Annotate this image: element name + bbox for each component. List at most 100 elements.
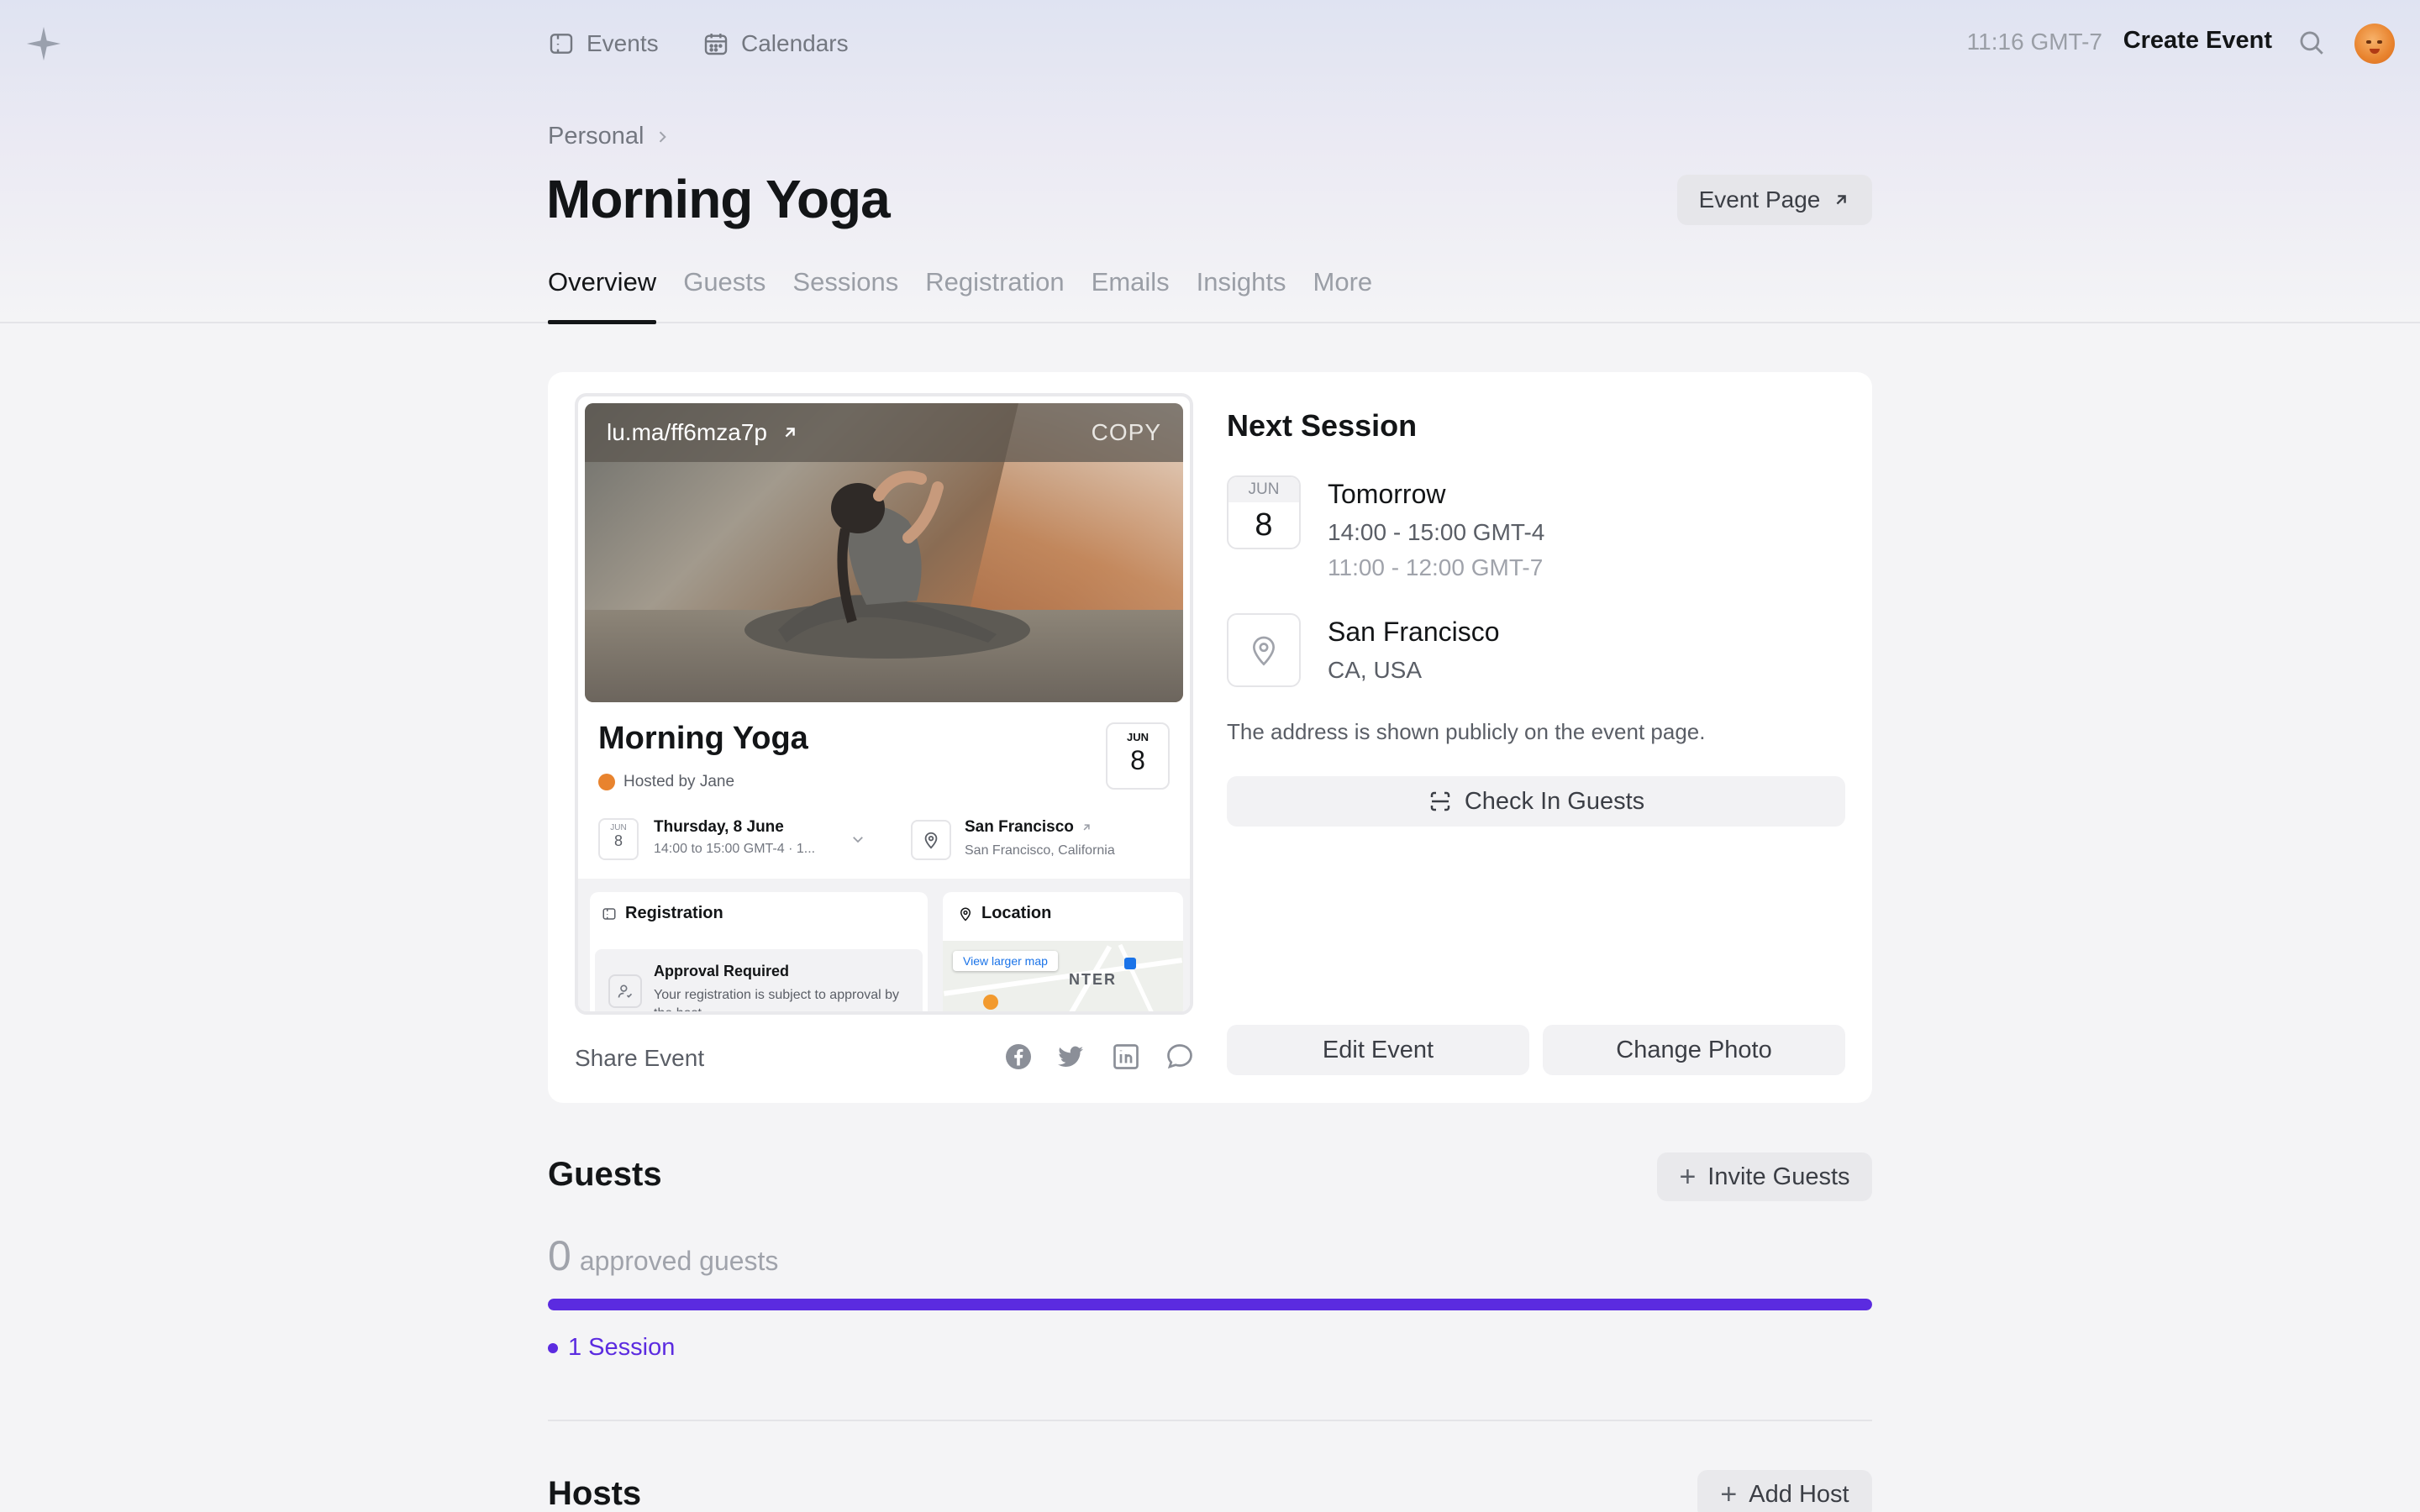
preview-location-text: San Francisco (965, 818, 1074, 836)
change-photo-button[interactable]: Change Photo (1543, 1025, 1845, 1075)
search-icon[interactable] (2297, 29, 2326, 57)
sessions-legend[interactable]: 1 Session (548, 1334, 675, 1362)
check-in-guests-label: Check In Guests (1464, 787, 1645, 815)
preview-registration-head-text: Registration (625, 904, 723, 922)
map-pin-icon (960, 907, 971, 921)
preview-location-sub: San Francisco, California (965, 843, 1115, 858)
message-icon[interactable] (1165, 1042, 1195, 1072)
next-session-heading: Next Session (1227, 408, 1418, 443)
current-time: 11:16 GMT-7 (1966, 29, 2102, 55)
preview-date-sub: 14:00 to 15:00 GMT-4 · 1... (654, 842, 816, 856)
tab-bar: Overview Guests Sessions Registration Em… (548, 267, 1372, 324)
preview-registration-card: Registration Approval Required Your regi… (590, 892, 928, 1015)
arrow-up-right-icon (1836, 195, 1847, 205)
next-session-month: JUN (1228, 477, 1299, 502)
guest-capacity-fill (548, 1299, 1872, 1310)
approved-guests-number: 0 (548, 1232, 571, 1279)
sparkle-logo-icon[interactable] (25, 25, 62, 62)
scan-icon (1430, 791, 1450, 811)
transit-icon (1124, 958, 1136, 969)
event-short-link[interactable]: lu.ma/ff6mza7p (607, 419, 799, 446)
section-divider (548, 1420, 1872, 1421)
preview-approval-title: Approval Required (654, 963, 790, 979)
preview-host-text: Hosted by Jane (623, 773, 735, 790)
approved-guests-label: approved guests (579, 1246, 779, 1276)
nav-calendars-link[interactable]: Calendars (702, 24, 849, 64)
event-page-label: Event Page (1698, 186, 1821, 213)
page-title: Morning Yoga (546, 169, 891, 229)
tab-sessions[interactable]: Sessions (792, 267, 898, 324)
map-marker-icon (983, 995, 998, 1010)
preview-date-main: Thursday, 8 June (654, 818, 784, 836)
preview-date-month: JUN (610, 823, 627, 832)
tab-emails[interactable]: Emails (1092, 267, 1170, 324)
arrow-up-right-icon (1083, 824, 1090, 831)
facebook-icon[interactable] (1003, 1042, 1034, 1072)
copy-link-button[interactable]: COPY (1092, 419, 1161, 446)
preview-location-head-text: Location (981, 904, 1052, 922)
ticket-icon (550, 34, 573, 54)
hosts-section-title: Hosts (548, 1475, 642, 1512)
add-host-button[interactable]: + Add Host (1697, 1470, 1872, 1512)
avatar[interactable] (2354, 24, 2395, 64)
address-public-note: The address is shown publicly on the eve… (1227, 719, 1706, 744)
plus-icon: + (1720, 1478, 1738, 1510)
preview-date-day: 8 (613, 832, 623, 849)
event-page-button[interactable]: Event Page (1677, 175, 1872, 225)
next-session-time-user: 11:00 - 12:00 GMT-7 (1328, 554, 1544, 580)
preview-location-icon (911, 820, 951, 860)
next-session-location-icon (1227, 613, 1301, 687)
preview-host: Hosted by Jane (598, 773, 734, 791)
host-avatar (598, 774, 615, 790)
breadcrumb[interactable]: Personal (548, 123, 671, 150)
next-session-city: San Francisco (1328, 617, 1500, 647)
tab-guests[interactable]: Guests (683, 267, 765, 324)
tab-insights[interactable]: Insights (1197, 267, 1286, 324)
guests-section-title: Guests (548, 1156, 662, 1193)
preview-date-icon: JUN 8 (598, 818, 639, 860)
preview-location-main[interactable]: San Francisco (965, 818, 1092, 837)
plus-icon: + (1679, 1161, 1697, 1193)
preview-calendar-badge: JUN 8 (1106, 722, 1170, 790)
preview-location-card: Location View larger map NTER (943, 892, 1183, 1011)
edit-event-button[interactable]: Edit Event (1227, 1025, 1529, 1075)
create-event-link[interactable]: Create Event (2123, 27, 2272, 55)
preview-title: Morning Yoga (598, 721, 808, 756)
add-host-label: Add Host (1749, 1480, 1849, 1508)
sessions-legend-label: 1 Session (568, 1334, 676, 1361)
preview-location-head: Location (958, 904, 1051, 923)
nav-calendars-label: Calendars (741, 30, 849, 56)
share-event-label: Share Event (575, 1045, 705, 1071)
preview-approval-box: Approval Required Your registration is s… (595, 949, 923, 1015)
next-session-day: 8 (1255, 507, 1273, 543)
yoga-person-illustration (744, 470, 1030, 659)
map-pin-icon (1252, 636, 1276, 666)
session-dot-icon (548, 1342, 558, 1353)
ticket-icon (602, 907, 616, 920)
tab-overview[interactable]: Overview (548, 267, 657, 324)
tab-registration[interactable]: Registration (925, 267, 1064, 324)
nav-events-link[interactable]: Events (548, 24, 659, 64)
event-preview[interactable]: lu.ma/ff6mza7p COPY Morning Yoga Hosted … (575, 393, 1193, 1015)
approved-guests-count: 0 approved guests (548, 1231, 778, 1280)
view-larger-map-button[interactable]: View larger map (953, 951, 1058, 971)
preview-cal-month: JUN (1126, 731, 1149, 743)
preview-map[interactable]: View larger map NTER (943, 941, 1183, 1011)
next-session-when: Tomorrow (1328, 479, 1446, 509)
breadcrumb-personal[interactable]: Personal (548, 123, 644, 150)
calendar-icon (704, 34, 728, 55)
next-session-region: CA, USA (1328, 657, 1423, 683)
map-pin-icon (924, 832, 938, 849)
linkedin-icon[interactable] (1111, 1042, 1141, 1072)
preview-cal-day: 8 (1130, 745, 1145, 775)
tab-more[interactable]: More (1313, 267, 1373, 324)
preview-registration-head: Registration (602, 904, 723, 923)
preview-approval-sub: Your registration is subject to approval… (654, 988, 900, 1015)
twitter-icon[interactable] (1055, 1042, 1086, 1072)
user-check-icon (608, 974, 642, 1008)
event-link-bar: lu.ma/ff6mza7p COPY (585, 403, 1183, 462)
invite-guests-button[interactable]: + Invite Guests (1657, 1152, 1872, 1201)
check-in-guests-button[interactable]: Check In Guests (1227, 776, 1845, 827)
next-session-calendar-badge: JUN 8 (1227, 475, 1301, 549)
chevron-down-icon[interactable] (850, 832, 865, 847)
